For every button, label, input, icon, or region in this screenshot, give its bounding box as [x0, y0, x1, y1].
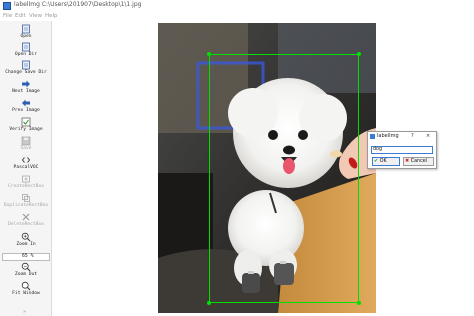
cancel-x-icon: ✖ [405, 158, 410, 164]
label-dialog: labelImg ? × dog ✔ OK ✖ Cancel [367, 131, 437, 169]
next-arrow-icon [22, 80, 30, 88]
verify-image-label: Verify Image [9, 127, 43, 132]
change-save-dir-button[interactable]: Change Save Dir [0, 60, 52, 76]
verify-check-icon [21, 117, 31, 127]
ok-button[interactable]: ✔ OK [372, 157, 400, 166]
zoom-out-label: Zoom Out [14, 272, 38, 277]
menu-file[interactable]: File [3, 13, 12, 19]
bounding-box[interactable] [207, 52, 361, 305]
bbox-handle-bottom-right[interactable] [357, 301, 361, 305]
zoom-in-icon [21, 232, 31, 242]
next-image-button[interactable]: Next Image [0, 79, 52, 95]
window-title: labelImg C:\Users\201907\Desktop\1\1.jpg [14, 1, 142, 8]
zoom-out-icon [21, 262, 31, 272]
bbox-handle-top-left[interactable] [207, 52, 211, 56]
delete-rectbox-button[interactable]: DeleteRectBox [0, 212, 52, 228]
open-button[interactable]: Open [0, 24, 52, 40]
dialog-title: labelImg [377, 133, 399, 139]
menu-view[interactable]: View [29, 13, 42, 19]
title-bar: labelImg C:\Users\201907\Desktop\1\1.jpg [0, 0, 474, 12]
cancel-button[interactable]: ✖ Cancel [403, 157, 434, 166]
format-code-icon [21, 157, 31, 163]
fit-window-icon [21, 281, 31, 291]
menu-bar: File Edit View Help [0, 12, 474, 21]
format-label: PascalVOC [13, 165, 39, 170]
create-rectbox-icon [22, 175, 30, 183]
open-dir-button[interactable]: Open Dir [0, 42, 52, 58]
prev-image-label: Prev Image [12, 108, 40, 113]
ok-check-icon: ✔ [374, 158, 379, 164]
toolbar-expand-icon[interactable]: » [23, 309, 26, 315]
bbox-handle-top-right[interactable] [357, 52, 361, 56]
bbox-handle-bottom-left[interactable] [207, 301, 211, 305]
delete-x-icon [22, 213, 30, 221]
fit-window-button[interactable]: Fit Window [0, 281, 52, 297]
next-image-label: Next Image [12, 89, 40, 94]
verify-image-button[interactable]: Verify Image [0, 117, 52, 133]
delete-rectbox-label: DeleteRectBox [8, 222, 44, 227]
format-button[interactable]: PascalVOC [0, 155, 52, 171]
label-input[interactable]: dog [371, 146, 433, 154]
save-label: Save [20, 146, 32, 151]
ok-button-label: OK [379, 159, 387, 164]
save-disk-icon [21, 136, 31, 146]
zoom-out-button[interactable]: Zoom Out [0, 262, 52, 278]
prev-arrow-icon [22, 99, 30, 107]
duplicate-rectbox-button[interactable]: DuplicateRectBox [0, 193, 52, 209]
dialog-title-bar: labelImg ? × [368, 132, 436, 141]
open-file-icon [22, 24, 30, 34]
open-label: Open [20, 34, 32, 39]
app-icon [3, 2, 11, 10]
duplicate-rectbox-icon [22, 194, 30, 202]
create-rectbox-button[interactable]: CreateRectBox [0, 174, 52, 190]
prev-image-button[interactable]: Prev Image [0, 98, 52, 114]
zoom-in-label: Zoom In [16, 242, 36, 247]
menu-edit[interactable]: Edit [15, 13, 26, 19]
fit-window-label: Fit Window [12, 291, 40, 296]
menu-help[interactable]: Help [45, 13, 58, 19]
change-save-dir-label: Change Save Dir [5, 70, 47, 75]
dialog-close-button[interactable]: × [426, 133, 430, 139]
cancel-button-label: Cancel [410, 159, 427, 164]
dialog-help-button[interactable]: ? [411, 133, 414, 139]
left-toolbar: Open Open Dir Change Save Dir Next Image… [0, 21, 52, 316]
dialog-app-icon [370, 134, 375, 139]
duplicate-rectbox-label: DuplicateRectBox [3, 203, 49, 208]
zoom-level-spinbox[interactable]: 65 % [2, 253, 50, 261]
open-dir-label: Open Dir [14, 52, 38, 57]
create-rectbox-label: CreateRectBox [8, 184, 44, 189]
zoom-in-button[interactable]: Zoom In [0, 232, 52, 248]
save-button[interactable]: Save [0, 136, 52, 152]
change-save-dir-icon [22, 60, 30, 70]
open-dir-icon [22, 42, 30, 52]
